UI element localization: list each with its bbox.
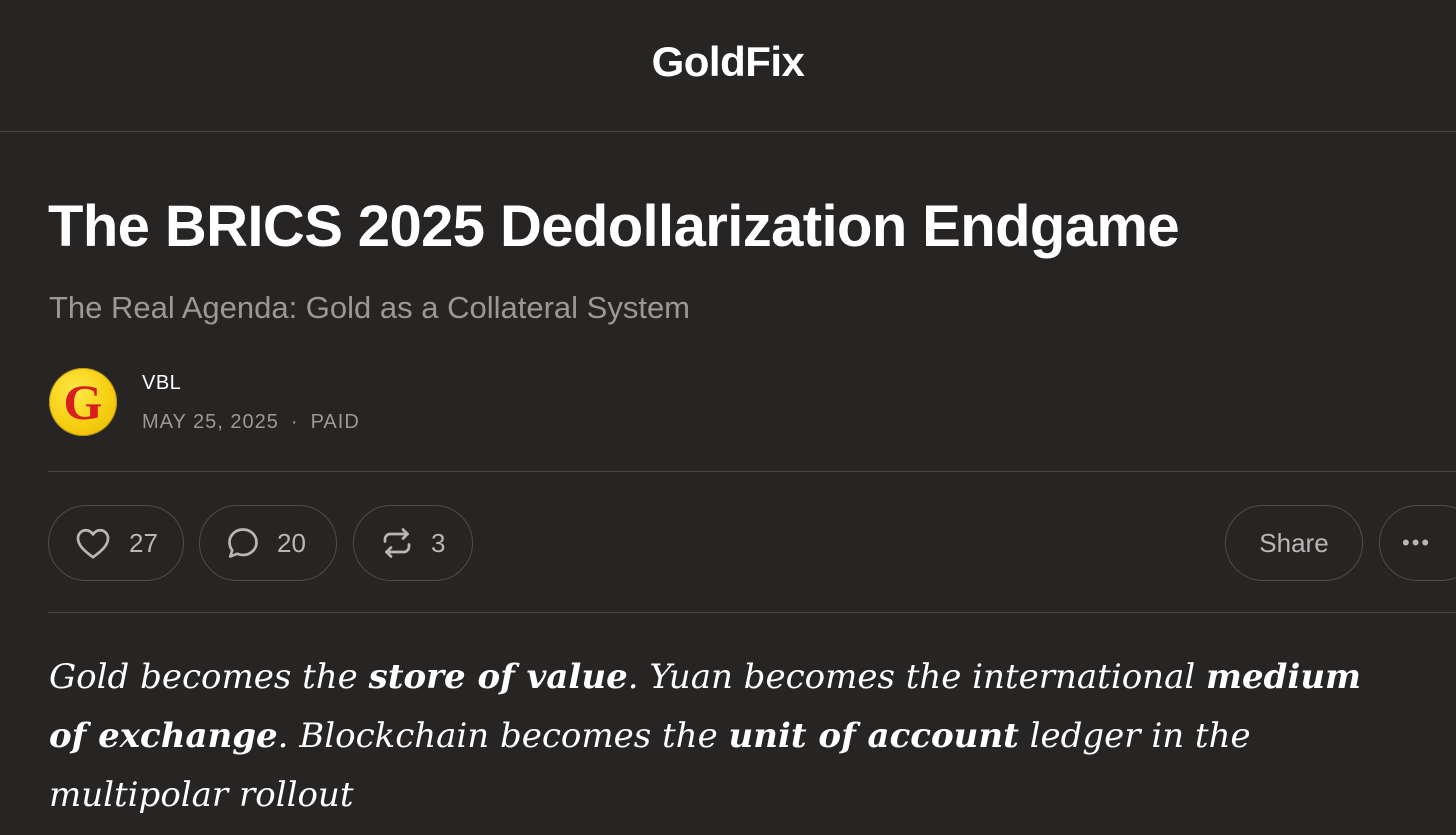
more-options-button[interactable]: ••• (1379, 505, 1456, 581)
restack-icon (379, 525, 415, 561)
post-date: MAY 25, 2025 (142, 411, 279, 433)
body-text-segment: . Yuan becomes the international (627, 657, 1207, 697)
comment-count: 20 (277, 527, 306, 558)
restack-count: 3 (431, 527, 446, 558)
share-button[interactable]: Share (1225, 505, 1363, 581)
post-subtitle: The Real Agenda: Gold as a Collateral Sy… (49, 290, 691, 325)
post-body-paragraph: Gold becomes the store of value. Yuan be… (49, 648, 1409, 825)
restack-button[interactable]: 3 (353, 505, 473, 581)
avatar-logo-letter: G (63, 374, 103, 430)
body-bold-unit-of-account: unit of account (728, 716, 1019, 756)
author-avatar[interactable]: G (49, 368, 117, 436)
access-label: PAID (310, 411, 360, 433)
meta-separator: · (290, 411, 299, 433)
divider-bottom (48, 612, 1456, 613)
publication-name[interactable]: GoldFix (0, 38, 1456, 86)
body-text-segment: . Blockchain becomes the (277, 716, 729, 756)
post-title: The BRICS 2025 Dedollarization Endgame (48, 194, 1180, 259)
post-meta: MAY 25, 2025 · PAID (142, 411, 360, 434)
share-label: Share (1259, 527, 1329, 558)
comment-icon (225, 525, 261, 561)
body-bold-store-of-value: store of value (368, 657, 628, 697)
body-text-segment: Gold becomes the (49, 657, 369, 697)
like-button[interactable]: 27 (48, 505, 184, 581)
author-name[interactable]: VBL (142, 372, 181, 395)
heart-icon (75, 526, 111, 560)
more-icon: ••• (1402, 530, 1432, 555)
like-count: 27 (129, 527, 158, 558)
divider-top (48, 471, 1456, 472)
top-bar: GoldFix (0, 0, 1456, 132)
comment-button[interactable]: 20 (199, 505, 337, 581)
